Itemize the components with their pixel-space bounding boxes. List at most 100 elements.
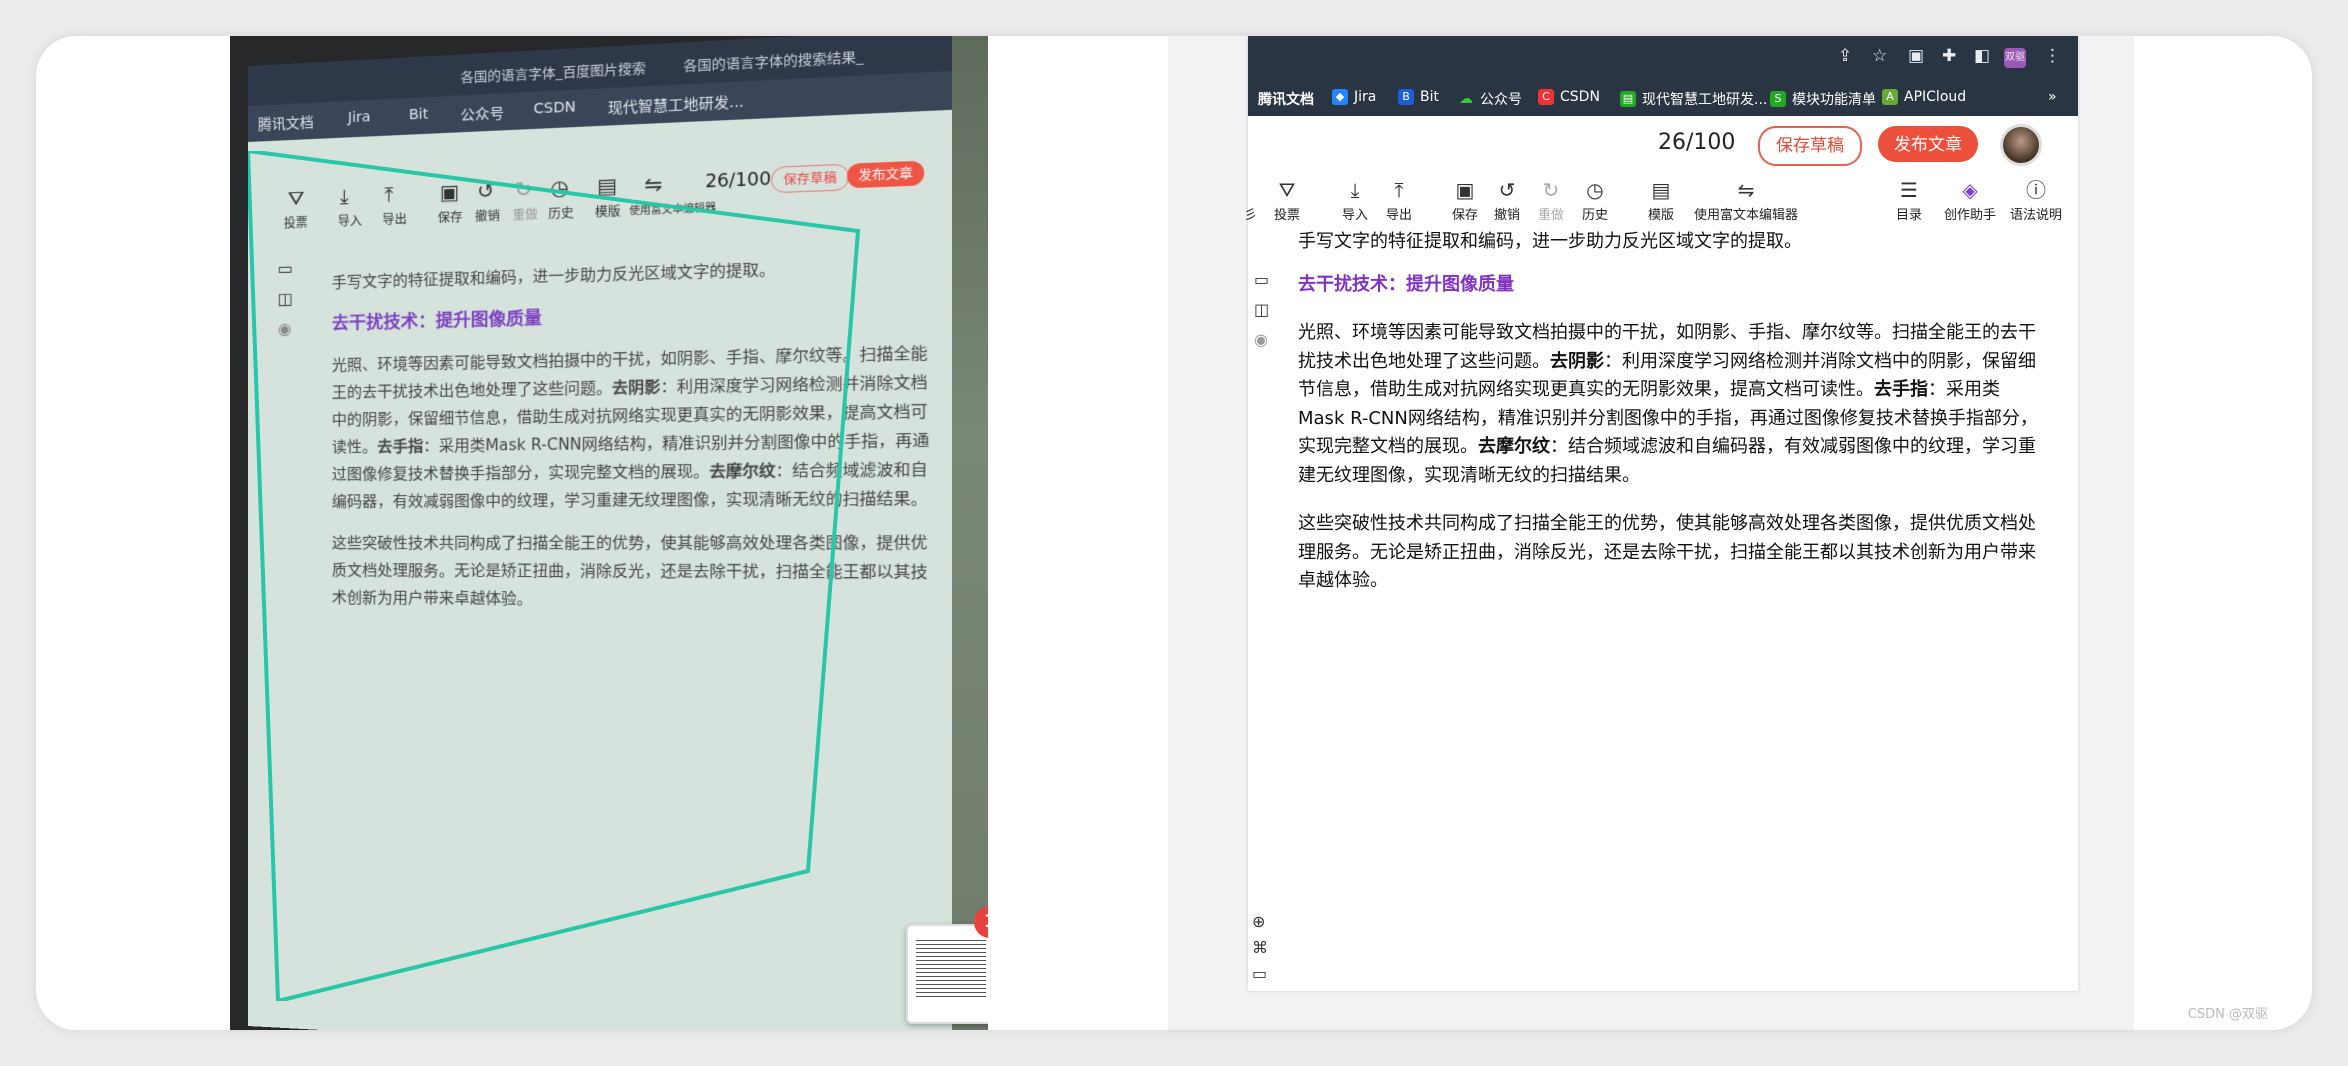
browser-tab-strip: ⇪ ☆ ▣ ✚ ◧ 双驱 ⋮ bbox=[1248, 36, 2078, 80]
browser-tab[interactable]: 各国的语言字体的搜索结果_ bbox=[683, 45, 863, 75]
assistant-button[interactable]: ◈ 创作助手 bbox=[1944, 180, 1996, 223]
crop-boundary[interactable] bbox=[248, 151, 898, 1001]
editor-toolbar: 彡 ⛛ 投票 ⤓ 导入 ⤒ 导出 ▣ 保存 ↺ 撤销 ↻ 重做 ◷ 历史 ▤ 模版 ⇋ 使用富文本… bbox=[1244, 176, 2078, 228]
bookmark-label: APICloud bbox=[1904, 89, 1967, 105]
bookmark-jira[interactable]: ◆ Jira bbox=[1332, 89, 1376, 105]
robot-icon: ◈ bbox=[1962, 178, 1978, 202]
toc-button[interactable]: ☰ 目录 bbox=[1896, 180, 1922, 223]
undo-icon: ↺ bbox=[1498, 178, 1516, 202]
toolbar-label: 导入 bbox=[1342, 208, 1369, 223]
help-icon: ⓘ bbox=[2026, 178, 2046, 202]
bookmark-apicloud[interactable]: A APICloud bbox=[1882, 89, 1966, 105]
save-draft-button[interactable]: 保存草稿 bbox=[1758, 126, 1862, 166]
template-button[interactable]: ▤ 模版 bbox=[1648, 180, 1674, 223]
sidebar-icon[interactable]: ▭ bbox=[1254, 270, 1269, 289]
more-bookmarks-icon[interactable]: » bbox=[2048, 89, 2057, 105]
puzzle-icon[interactable]: ✚ bbox=[1942, 46, 1956, 66]
save-button[interactable]: ▣ 保存 bbox=[1452, 180, 1478, 223]
redo-icon: ↻ bbox=[1542, 178, 1560, 202]
bookmark-label: CSDN bbox=[1560, 89, 1600, 105]
cloud-icon: ☁ bbox=[1459, 91, 1473, 107]
scanned-result-panel: ⇪ ☆ ▣ ✚ ◧ 双驱 ⋮ 腾讯文档 ◆ Jira B Bit ☁ 公众号 C CSD… bbox=[1168, 36, 2134, 1030]
toolbar-label: 保存 bbox=[1452, 208, 1479, 223]
target-icon[interactable]: ⊕ bbox=[1252, 912, 1265, 931]
sheet-icon: S bbox=[1770, 91, 1786, 107]
editor-header: 26/100 保存草稿 发布文章 bbox=[1248, 116, 2078, 176]
original-photo-panel: 各国的语言字体_百度图片搜索 各国的语言字体的搜索结果_ 腾讯文档 Jira B… bbox=[230, 36, 988, 1030]
article-text: 手写文字的特征提取和编码，进一步助力反光区域文字的提取。 去干扰技术：提升图像质… bbox=[1298, 228, 2043, 596]
bookmark-item[interactable]: Bit bbox=[409, 106, 428, 123]
share-icon[interactable]: ⇪ bbox=[1838, 46, 1852, 66]
richtext-button[interactable]: ⇋ 使用富文本编辑器 bbox=[1694, 180, 1798, 223]
jira-icon: ◆ bbox=[1332, 89, 1348, 105]
history-icon: ◷ bbox=[1586, 178, 1604, 202]
profile-badge[interactable]: 双驱 bbox=[2004, 48, 2026, 68]
paragraph: 这些突破性技术共同构成了扫描全能王的优势，使其能够高效处理各类图像，提供优质文档… bbox=[1298, 513, 2036, 591]
redo-button[interactable]: ↻ 重做 bbox=[1538, 180, 1564, 223]
bookmark-item[interactable]: 现代智慧工地研发... bbox=[608, 91, 744, 118]
eye-icon[interactable]: ◉ bbox=[1254, 330, 1268, 349]
import-icon: ⤓ bbox=[1350, 178, 1360, 202]
toolbar-label: 导出 bbox=[1386, 208, 1413, 223]
apicloud-icon: A bbox=[1882, 89, 1898, 105]
bookmark-item[interactable]: Jira bbox=[348, 109, 371, 126]
bookmark-tencent-docs[interactable]: 腾讯文档 bbox=[1258, 89, 1314, 109]
avatar[interactable] bbox=[2000, 124, 2042, 166]
toolbar-label: 重做 bbox=[1538, 208, 1565, 223]
extension-icon[interactable]: ▣ bbox=[1908, 46, 1924, 66]
bookmark-module-list[interactable]: S 模块功能清单 bbox=[1770, 89, 1876, 109]
sidepanel-icon[interactable]: ◧ bbox=[1974, 46, 1990, 66]
thumbnail-preview bbox=[916, 940, 986, 1000]
undo-button[interactable]: ↺ 撤销 bbox=[1494, 180, 1520, 223]
star-icon[interactable]: ☆ bbox=[1872, 46, 1887, 66]
toolbar-label: 撤销 bbox=[1494, 208, 1521, 223]
toolbar-label: 模版 bbox=[1648, 208, 1675, 223]
bookmark-label: Jira bbox=[1354, 89, 1377, 105]
vote-button[interactable]: ⛛ 投票 bbox=[1274, 180, 1300, 223]
watermark: CSDN @双驱 bbox=[2187, 1007, 2268, 1022]
toolbar-label: 使用富文本编辑器 bbox=[1694, 208, 1799, 223]
bookmark-item[interactable]: CSDN bbox=[533, 99, 575, 118]
book-icon[interactable]: ◫ bbox=[1254, 300, 1269, 319]
bookmark-label: 模块功能清单 bbox=[1792, 92, 1876, 108]
template-icon: ▤ bbox=[1651, 178, 1671, 202]
bit-icon: B bbox=[1398, 89, 1414, 105]
command-icon[interactable]: ⌘ bbox=[1252, 938, 1268, 957]
import-button[interactable]: ⤓ 导入 bbox=[1342, 180, 1368, 223]
syntax-help-button[interactable]: ⓘ 语法说明 bbox=[2010, 180, 2062, 223]
toolbar-label: 目录 bbox=[1896, 208, 1923, 223]
menu-icon[interactable]: ⋮ bbox=[2044, 46, 2061, 66]
scanned-document: ⇪ ☆ ▣ ✚ ◧ 双驱 ⋮ 腾讯文档 ◆ Jira B Bit ☁ 公众号 C CSD… bbox=[1244, 36, 2078, 991]
bookmark-item[interactable]: 腾讯文档 bbox=[258, 112, 314, 135]
bookmark-label: 腾讯文档 bbox=[1258, 92, 1314, 108]
bold-label: 去手指 bbox=[1874, 379, 1928, 400]
section-heading: 去干扰技术：提升图像质量 bbox=[1298, 273, 1514, 295]
bookmark-wechat[interactable]: ☁ 公众号 bbox=[1458, 89, 1522, 109]
publish-button[interactable]: 发布文章 bbox=[1878, 126, 1978, 162]
history-button[interactable]: ◷ 历史 bbox=[1582, 180, 1608, 223]
toolbar-label: 历史 bbox=[1582, 208, 1609, 223]
toolbar-label: 创作助手 bbox=[1944, 208, 1997, 223]
bookmark-label: Bit bbox=[1420, 89, 1439, 105]
bookmark-csdn[interactable]: C CSDN bbox=[1538, 89, 1600, 105]
toolbar-label: 语法说明 bbox=[2010, 208, 2063, 223]
word-count: 26/100 bbox=[1658, 130, 1736, 155]
browser-tab[interactable]: 各国的语言字体_百度图片搜索 bbox=[460, 57, 646, 86]
bold-label: 去阴影 bbox=[1550, 350, 1604, 372]
bold-label: 去摩尔纹 bbox=[1478, 436, 1550, 457]
bookmarks-bar: 腾讯文档 ◆ Jira B Bit ☁ 公众号 C CSDN ▤ 现代智慧工地研发... … bbox=[1248, 80, 2078, 116]
bookmark-bit[interactable]: B Bit bbox=[1398, 89, 1439, 105]
bookmark-site[interactable]: ▤ 现代智慧工地研发... bbox=[1620, 89, 1767, 109]
vote-icon: ⛛ bbox=[1278, 178, 1296, 202]
scan-thumbnail[interactable] bbox=[906, 924, 988, 1024]
paragraph: 光照、环境等因素可能导致文档拍摄中的干扰，如阴影、手指、摩尔纹等。扫描全能王的去… bbox=[1298, 319, 2043, 490]
csdn-icon: C bbox=[1538, 89, 1554, 105]
export-button[interactable]: ⤒ 导出 bbox=[1386, 180, 1412, 223]
partial-toolbar-label: 彡 bbox=[1244, 208, 1258, 223]
save-icon: ▣ bbox=[1455, 178, 1475, 202]
fullscreen-icon[interactable]: ▭ bbox=[1252, 964, 1267, 983]
comparison-card: 各国的语言字体_百度图片搜索 各国的语言字体的搜索结果_ 腾讯文档 Jira B… bbox=[36, 36, 2312, 1030]
bookmark-item[interactable]: 公众号 bbox=[460, 103, 504, 126]
toc-icon: ☰ bbox=[1900, 178, 1918, 202]
bookmark-label: 现代智慧工地研发... bbox=[1642, 92, 1768, 108]
